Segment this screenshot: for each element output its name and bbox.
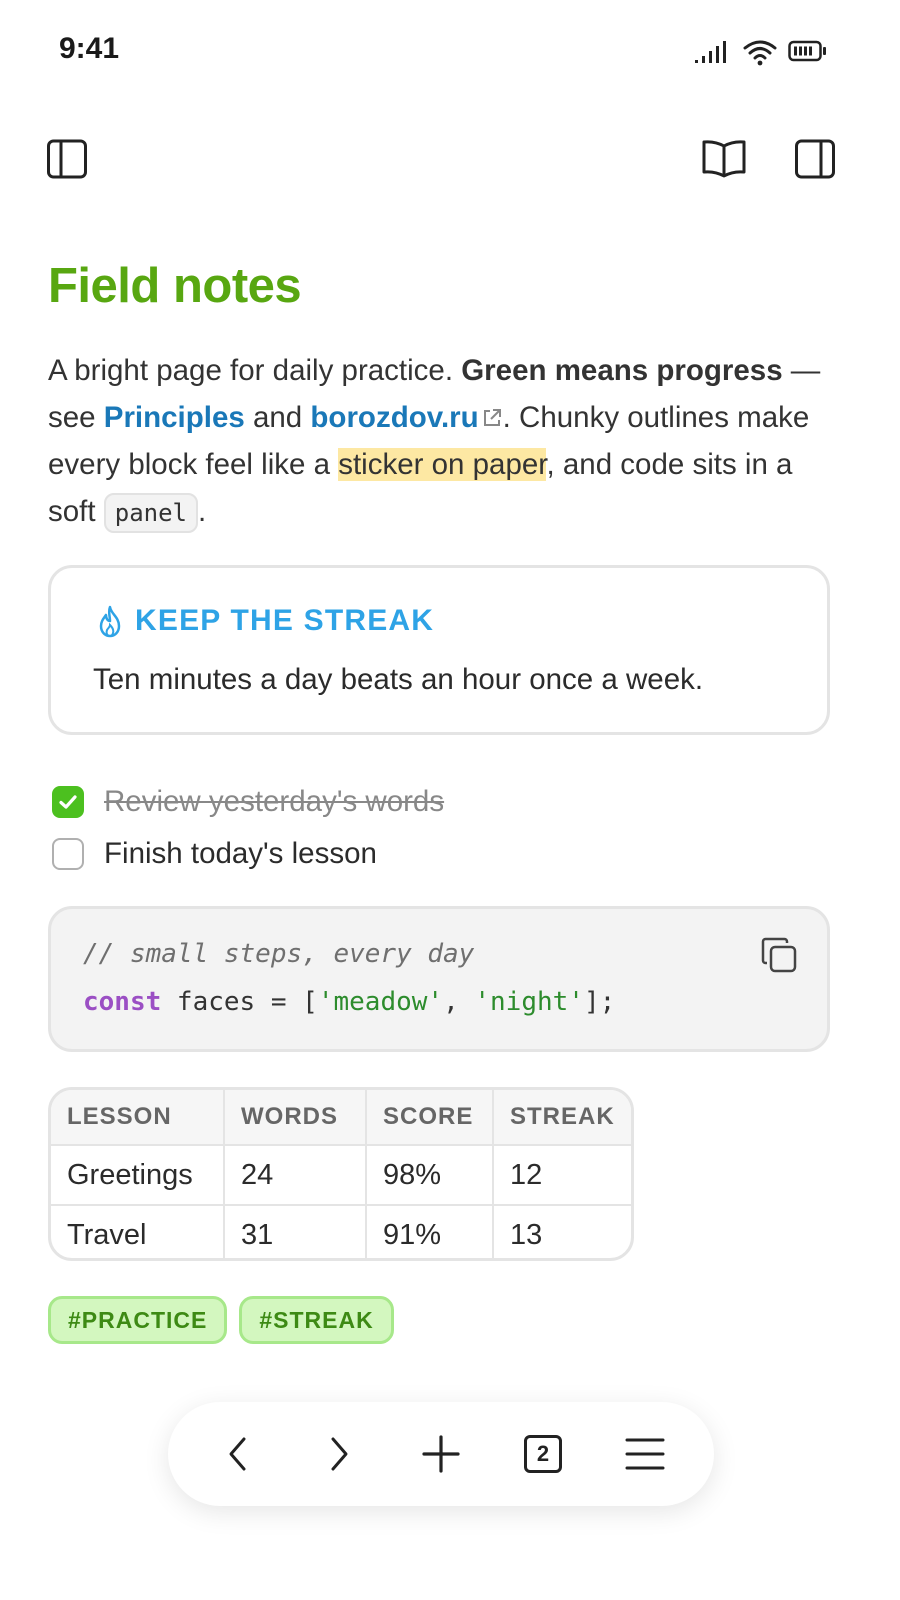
task-label: Review yesterday's words [104,785,445,818]
code-comment: // small steps, every day [83,939,475,969]
table-cell: 91% [365,1204,493,1258]
tag-streak[interactable]: #STREAK [239,1296,394,1344]
external-link-icon [483,409,501,426]
task-label: Finish today's lesson [104,837,377,870]
menu-icon [625,1438,665,1470]
callout-box: KEEP THE STREAK Ten minutes a day beats … [48,565,830,735]
table-cell: Travel [51,1204,224,1258]
code-block: // small steps, every day const faces = … [48,906,830,1052]
code-separator: , [443,987,475,1017]
task-item[interactable]: Review yesterday's words [52,776,444,828]
plus-icon [422,1435,460,1473]
status-time: 9:41 [59,32,120,65]
inline-code: panel [103,493,198,533]
table-header-cell: STREAK [492,1090,631,1146]
task-list: Review yesterday's words Finish today's … [52,776,444,880]
table-cell: 31 [223,1204,366,1258]
intro-text: . [198,495,207,528]
copy-icon [761,937,797,973]
code-keyword: const [83,987,162,1017]
code-string: 'night' [474,987,584,1017]
reader-mode-button[interactable] [701,136,747,182]
tag-practice[interactable]: #PRACTICE [48,1296,228,1344]
sidebar-left-icon [47,139,87,179]
code-string: 'meadow' [317,987,444,1017]
table-cell: 12 [492,1144,631,1205]
callout-body: Ten minutes a day beats an hour once a w… [93,663,704,696]
wifi-icon [743,40,777,66]
task-checkbox-checked[interactable] [52,786,84,818]
lesson-table: LESSON WORDS SCORE STREAK Greetings 24 9… [48,1087,634,1261]
highlighted-text: sticker on paper [338,448,547,481]
tabs-icon: 2 [524,1435,562,1473]
tag-list: #PRACTICE #STREAK [48,1296,394,1344]
signal-icon [695,41,726,63]
back-button[interactable] [214,1430,262,1478]
callout-title-text: KEEP THE STREAK [135,604,435,637]
table-header-row: LESSON WORDS SCORE STREAK [51,1090,631,1146]
code-end: ]; [583,987,616,1017]
check-icon [59,795,77,809]
borozdov-external-link[interactable]: borozdov.ru [310,401,502,434]
table-cell: 13 [492,1204,631,1258]
intro-text: and [244,401,311,434]
status-bar: 9:41 [0,0,900,100]
reader-book-icon [702,140,746,178]
back-icon [229,1437,246,1471]
callout-title: KEEP THE STREAK [95,604,434,638]
code-identifier: faces = [ [161,987,318,1017]
principles-link[interactable]: Principles [104,401,245,434]
intro-bold-text: Green means progress [461,354,783,387]
forward-icon [331,1437,348,1471]
page-title: Field notes [48,259,302,313]
status-icons [688,34,838,68]
menu-button[interactable] [621,1430,669,1478]
battery-icon [788,40,826,62]
table-cell: 98% [365,1144,493,1205]
external-link-label: borozdov.ru [310,401,479,434]
table-header-cell: WORDS [223,1090,366,1146]
toggle-right-sidebar-button[interactable] [792,136,838,182]
intro-paragraph: A bright page for daily practice. Green … [48,347,848,537]
table-row: Greetings 24 98% 12 [51,1144,631,1205]
task-item[interactable]: Finish today's lesson [52,828,444,880]
forward-button[interactable] [315,1430,363,1478]
toggle-left-sidebar-button[interactable] [44,136,90,182]
task-checkbox-unchecked[interactable] [52,838,84,870]
bottom-navigation-bar: 2 [168,1402,714,1506]
new-tab-button[interactable] [417,1430,465,1478]
table-row: Travel 31 91% 13 [51,1204,631,1258]
table: LESSON WORDS SCORE STREAK Greetings 24 9… [51,1090,631,1258]
code-line: const faces = ['meadow', 'night']; [83,987,615,1017]
flame-icon [99,605,121,638]
table-cell: 24 [223,1144,366,1205]
tabs-button[interactable]: 2 [519,1430,567,1478]
copy-code-button[interactable] [759,935,799,975]
intro-text: A bright page for daily practice. [48,354,462,387]
table-cell: Greetings [51,1144,224,1205]
table-header-cell: LESSON [51,1090,224,1146]
sidebar-right-icon [795,139,835,179]
table-header-cell: SCORE [365,1090,493,1146]
